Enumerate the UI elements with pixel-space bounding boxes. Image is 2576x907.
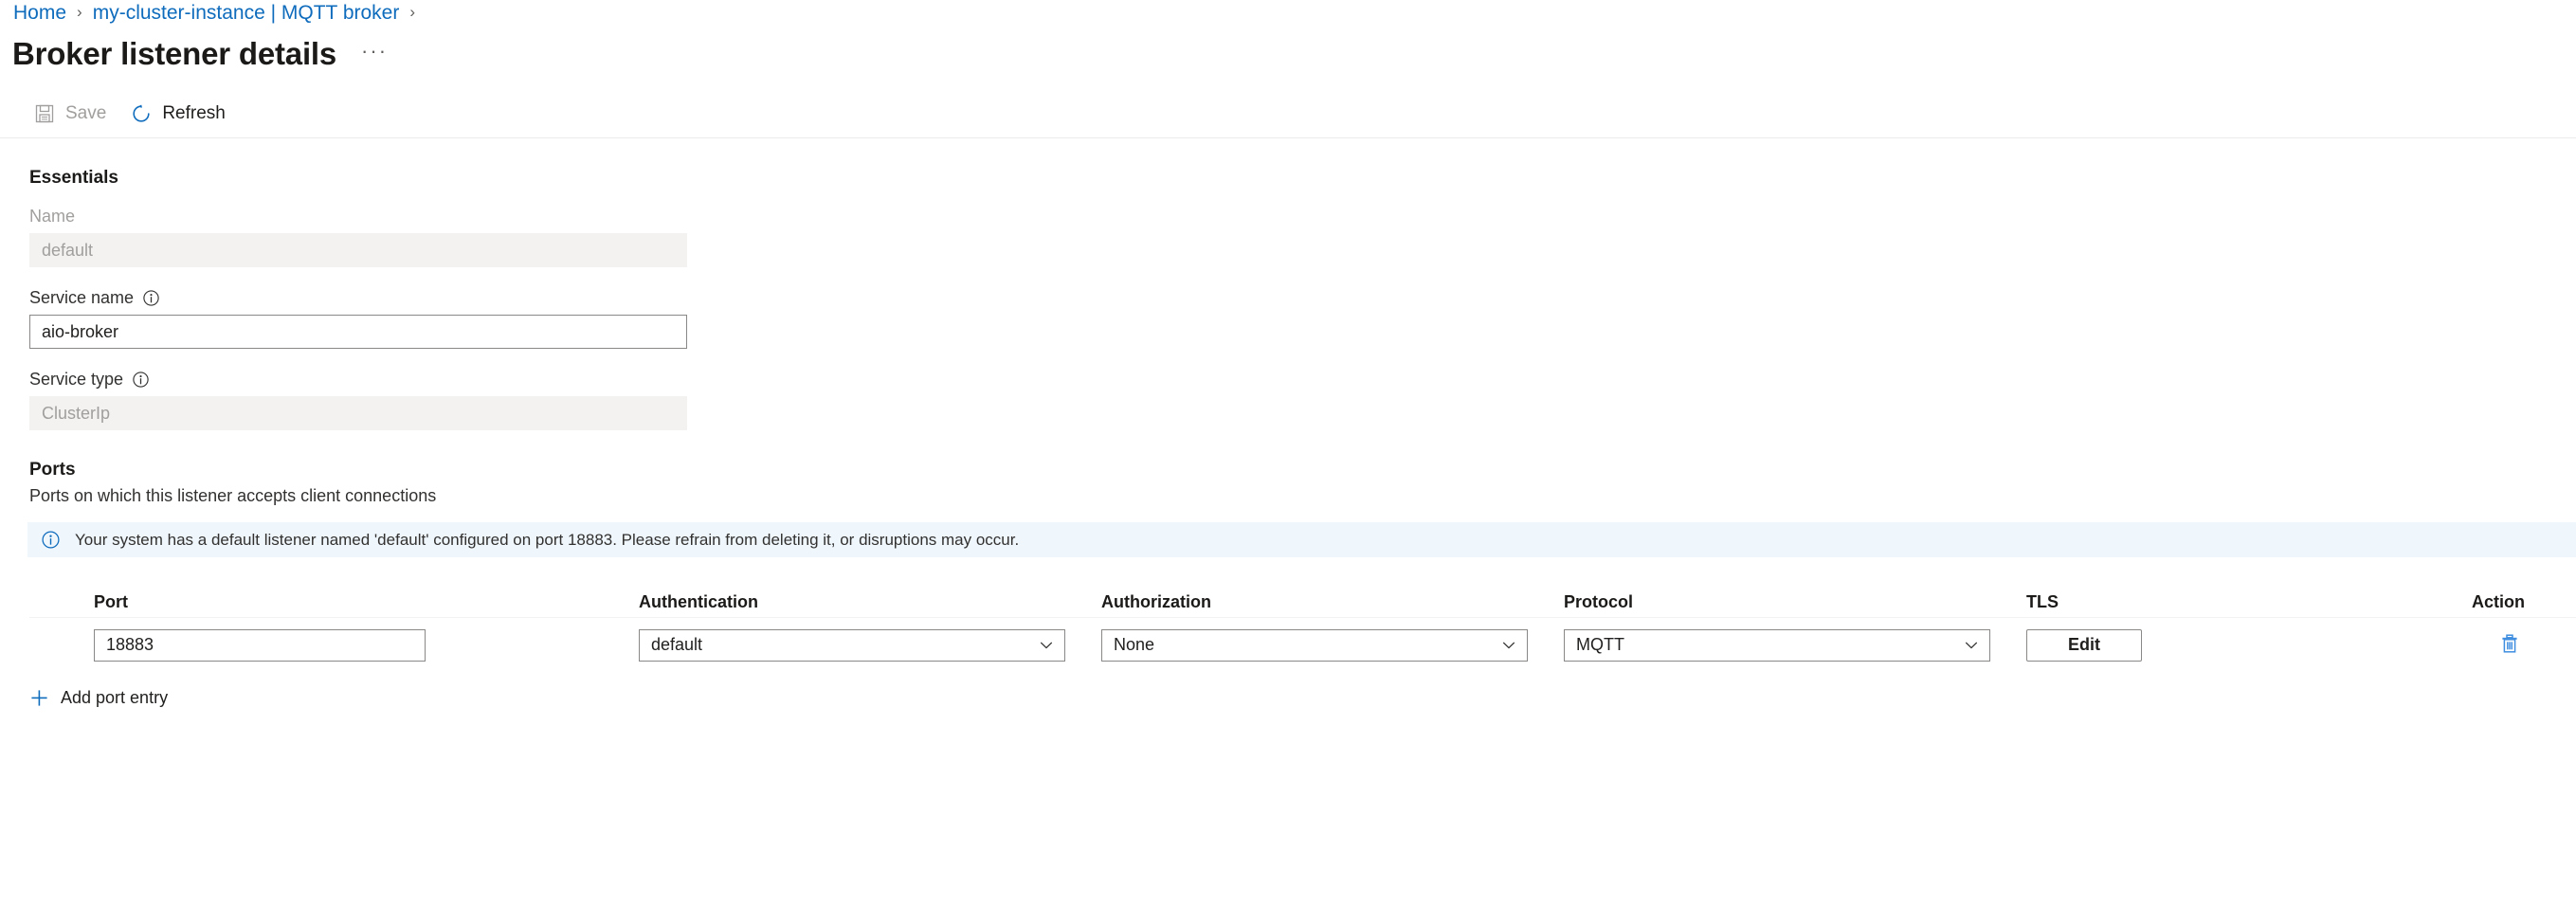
cell-authorization: None bbox=[1101, 629, 1564, 662]
service-type-input bbox=[29, 396, 687, 430]
authorization-dropdown[interactable]: None bbox=[1101, 629, 1528, 662]
port-input[interactable] bbox=[94, 629, 426, 662]
info-circle-icon bbox=[41, 530, 61, 550]
trash-delete-icon bbox=[2498, 632, 2521, 658]
page-title-row: Broker listener details ··· bbox=[0, 34, 2576, 74]
column-header-authentication: Authentication bbox=[639, 592, 1101, 612]
ports-description: Ports on which this listener accepts cli… bbox=[29, 486, 2576, 506]
cell-protocol: MQTT bbox=[1564, 629, 2026, 662]
info-circle-icon[interactable] bbox=[142, 289, 160, 307]
chevron-down-icon bbox=[1038, 637, 1055, 654]
save-button-label: Save bbox=[65, 103, 106, 124]
name-label: Name bbox=[29, 207, 2576, 226]
cell-port bbox=[29, 629, 639, 662]
cell-action bbox=[2409, 628, 2576, 662]
protocol-dropdown-value: MQTT bbox=[1576, 635, 1624, 655]
service-type-label-text: Service type bbox=[29, 370, 123, 389]
command-bar: Save Refresh bbox=[0, 89, 2576, 138]
refresh-button[interactable]: Refresh bbox=[129, 95, 237, 133]
main-content: Essentials Name Service name Service typ… bbox=[0, 168, 2576, 712]
ports-table: Port Authentication Authorization Protoc… bbox=[29, 589, 2576, 672]
ports-table-header: Port Authentication Authorization Protoc… bbox=[29, 589, 2576, 617]
authentication-dropdown-value: default bbox=[651, 635, 702, 655]
delete-port-button[interactable] bbox=[2494, 628, 2525, 662]
authentication-dropdown[interactable]: default bbox=[639, 629, 1065, 662]
column-header-authorization: Authorization bbox=[1101, 592, 1564, 612]
breadcrumb-item-home[interactable]: Home bbox=[13, 0, 66, 27]
column-header-port: Port bbox=[29, 592, 639, 612]
cell-authentication: default bbox=[639, 629, 1101, 662]
column-header-action: Action bbox=[2409, 592, 2576, 612]
save-floppy-icon bbox=[34, 103, 55, 124]
page-title: Broker listener details bbox=[12, 36, 336, 72]
service-type-label: Service type bbox=[29, 370, 2576, 389]
banner-message: Your system has a default listener named… bbox=[75, 530, 1019, 551]
chevron-right-icon: › bbox=[409, 0, 415, 26]
chevron-right-icon: › bbox=[77, 0, 82, 26]
chevron-down-icon bbox=[1500, 637, 1517, 654]
service-type-field-group: Service type bbox=[29, 370, 2576, 430]
info-circle-icon[interactable] bbox=[132, 371, 150, 389]
ports-heading: Ports bbox=[29, 460, 2576, 481]
refresh-button-label: Refresh bbox=[162, 103, 226, 124]
service-name-input[interactable] bbox=[29, 315, 687, 349]
name-input bbox=[29, 233, 687, 267]
default-listener-info-banner: Your system has a default listener named… bbox=[27, 522, 2576, 557]
cell-tls: Edit bbox=[2026, 629, 2409, 662]
table-row: default None bbox=[29, 617, 2576, 672]
plus-icon bbox=[29, 688, 49, 708]
tls-edit-button[interactable]: Edit bbox=[2026, 629, 2142, 662]
essentials-heading: Essentials bbox=[29, 168, 2576, 189]
service-name-label: Service name bbox=[29, 288, 2576, 307]
column-header-protocol: Protocol bbox=[1564, 592, 2026, 612]
add-port-entry-button[interactable]: Add port entry bbox=[29, 684, 238, 712]
refresh-circular-arrow-icon bbox=[131, 103, 152, 124]
authorization-dropdown-value: None bbox=[1114, 635, 1154, 655]
service-name-field-group: Service name bbox=[29, 288, 2576, 349]
breadcrumb-item-mqtt-broker[interactable]: my-cluster-instance | MQTT broker bbox=[93, 0, 400, 27]
column-header-tls: TLS bbox=[2026, 592, 2409, 612]
service-name-label-text: Service name bbox=[29, 288, 134, 307]
name-field-group: Name bbox=[29, 207, 2576, 267]
chevron-down-icon bbox=[1963, 637, 1980, 654]
save-button[interactable]: Save bbox=[32, 95, 118, 133]
more-actions-button[interactable]: ··· bbox=[357, 41, 391, 67]
protocol-dropdown[interactable]: MQTT bbox=[1564, 629, 1990, 662]
breadcrumb: Home › my-cluster-instance | MQTT broker… bbox=[0, 0, 2576, 27]
add-port-entry-label: Add port entry bbox=[61, 688, 168, 708]
